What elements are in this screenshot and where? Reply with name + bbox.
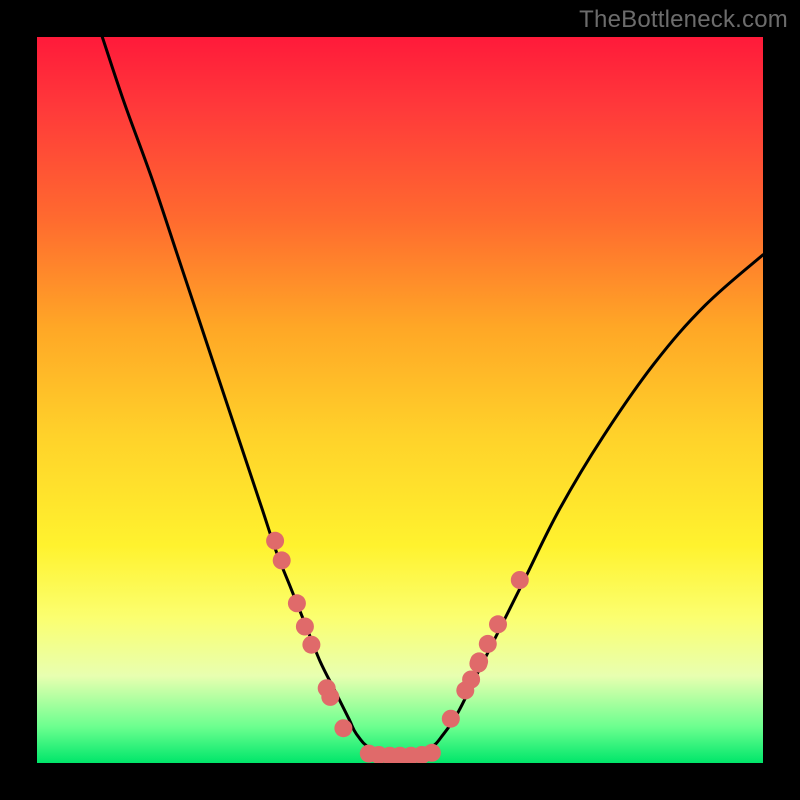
data-point [489,615,507,633]
chart-svg [37,37,763,763]
data-point [334,719,352,737]
data-point [321,688,339,706]
plot-area [37,37,763,763]
data-point [302,636,320,654]
data-point [462,671,480,689]
data-point [273,551,291,569]
data-point [470,652,488,670]
data-point [511,571,529,589]
data-point [423,744,441,762]
data-point [479,635,497,653]
watermark-text: TheBottleneck.com [579,6,788,34]
data-point [296,618,314,636]
data-point [266,532,284,550]
data-point [288,594,306,612]
curve-layer [102,37,763,756]
dots-layer [266,532,529,763]
bottleneck-curve [102,37,763,756]
data-point [442,710,460,728]
chart-stage: TheBottleneck.com [0,0,800,800]
